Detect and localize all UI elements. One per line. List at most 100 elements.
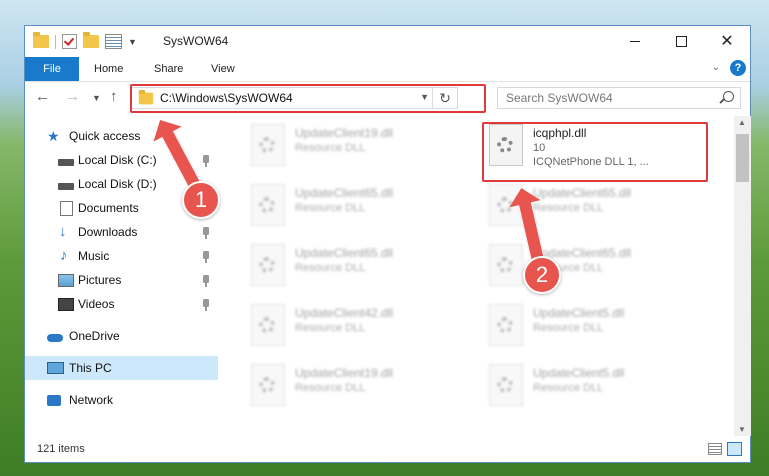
callout-badge-1: 1 [182,181,220,219]
properties-check-icon[interactable] [62,34,77,49]
help-icon[interactable]: ? [730,60,746,76]
computer-icon [47,362,64,374]
expand-ribbon-icon[interactable]: ⌄ [712,62,720,73]
tab-home[interactable]: Home [94,57,123,81]
sidebar-item-this-pc[interactable]: This PC [25,356,218,380]
sidebar-item-onedrive[interactable]: OneDrive [25,324,218,348]
pin-icon[interactable] [203,251,209,263]
chevron-down-icon[interactable]: ▼ [128,37,137,47]
file-item[interactable]: UpdateClient19.dll Resource DLL [247,360,467,416]
pin-icon[interactable] [203,275,209,287]
sidebar-item-downloads[interactable]: ↓ Downloads [25,220,218,244]
large-icons-view-icon[interactable] [727,442,742,456]
pin-icon[interactable] [203,227,209,239]
sidebar-item-label: Downloads [78,225,138,239]
file-item[interactable]: UpdateClient5.dll Resource DLL [485,360,705,416]
divider [55,34,56,49]
search-icon[interactable] [723,91,734,102]
pin-icon[interactable] [203,155,209,167]
sidebar-item-music[interactable]: ♪ Music [25,244,218,268]
dll-file-icon [489,364,523,406]
file-description: Resource DLL [533,202,604,214]
music-icon: ♪ [60,247,68,264]
scrollbar-thumb[interactable] [736,134,749,182]
file-description: Resource DLL [295,202,366,214]
sidebar-item-quick-access[interactable]: ★ Quick access [25,124,218,148]
maximize-button[interactable] [658,26,704,56]
back-arrow-icon[interactable]: ← [35,88,50,105]
ribbon-tabs: File Home Share View ⌄ ? [25,57,750,82]
window-title: SysWOW64 [163,34,229,48]
file-item[interactable]: UpdateClient42.dll Resource DLL [247,300,467,356]
vertical-scrollbar[interactable]: ▲ ▼ [734,116,751,436]
file-item[interactable]: UpdateClient65.dll Resource DLL [485,240,705,296]
up-arrow-icon[interactable]: ↑ [110,88,118,105]
close-button[interactable]: ✕ [704,26,750,56]
sidebar-item-label: Local Disk (C:) [78,153,157,167]
file-name: UpdateClient19.dll [295,126,394,140]
sidebar-item-label: OneDrive [69,329,120,343]
dll-file-icon [251,124,285,166]
tab-share[interactable]: Share [154,57,183,81]
file-name: UpdateClient42.dll [295,306,394,320]
status-bar: 121 items [25,436,750,462]
sidebar-item-label: Network [69,393,114,407]
gear-icon [259,377,275,393]
search-input[interactable]: Search SysWOW64 [497,87,741,109]
customize-icon[interactable] [105,34,122,49]
explorer-window: ▼ SysWOW64 ✕ File Home Share View ⌄ ? ← … [24,25,751,463]
sidebar-item-label: Documents [78,201,139,215]
file-item[interactable]: UpdateClient19.dll Resource DLL [247,120,467,176]
folder-icon[interactable] [33,32,49,48]
scroll-down-icon[interactable]: ▼ [738,425,746,434]
file-description: Resource DLL [295,322,366,334]
star-icon: ★ [47,128,60,144]
cloud-icon [47,333,63,342]
gear-icon [497,317,513,333]
file-name: UpdateClient19.dll [295,366,394,380]
forward-arrow-icon[interactable]: → [65,88,80,105]
file-item[interactable]: UpdateClient65.dll Resource DLL [247,240,467,296]
network-icon [47,394,61,406]
file-item[interactable]: UpdateClient5.dll Resource DLL [485,300,705,356]
minimize-button[interactable] [612,26,658,56]
gear-icon [497,257,513,273]
address-highlight-box [130,84,486,113]
sidebar-item-label: Pictures [78,273,122,287]
gear-icon [259,257,275,273]
tab-file[interactable]: File [25,57,79,81]
recent-locations-icon[interactable]: ▼ [92,93,101,103]
sidebar-item-label: Music [78,249,110,263]
videos-icon [58,297,74,311]
sidebar-item-label: Quick access [69,129,141,143]
pin-icon[interactable] [203,299,209,311]
new-folder-icon[interactable] [83,32,99,48]
gear-icon [259,137,275,153]
tab-view[interactable]: View [211,57,235,81]
dll-file-icon [251,184,285,226]
gear-icon [497,377,513,393]
download-icon: ↓ [59,223,67,240]
details-view-icon[interactable] [708,443,722,455]
documents-icon [60,200,73,216]
maximize-icon [675,35,687,47]
dll-file-icon [489,304,523,346]
sidebar-item-label: This PC [69,361,112,375]
dll-file-icon [251,364,285,406]
dll-file-icon [251,244,285,286]
sidebar-item-network[interactable]: Network [25,388,218,412]
dll-file-icon [251,304,285,346]
gear-icon [259,197,275,213]
callout-badge-2: 2 [523,256,561,294]
scroll-up-icon[interactable]: ▲ [738,118,746,127]
file-description: Resource DLL [295,142,366,154]
file-description: Resource DLL [533,322,604,334]
file-item[interactable]: UpdateClient65.dll Resource DLL [247,180,467,236]
pictures-icon [58,273,74,287]
title-bar: ▼ SysWOW64 ✕ [25,26,750,58]
sidebar-item-label: Local Disk (D:) [78,177,157,191]
file-name: UpdateClient5.dll [533,306,625,320]
sidebar-item-pictures[interactable]: Pictures [25,268,218,292]
sidebar-item-videos[interactable]: Videos [25,292,218,316]
minimize-icon [630,40,640,42]
